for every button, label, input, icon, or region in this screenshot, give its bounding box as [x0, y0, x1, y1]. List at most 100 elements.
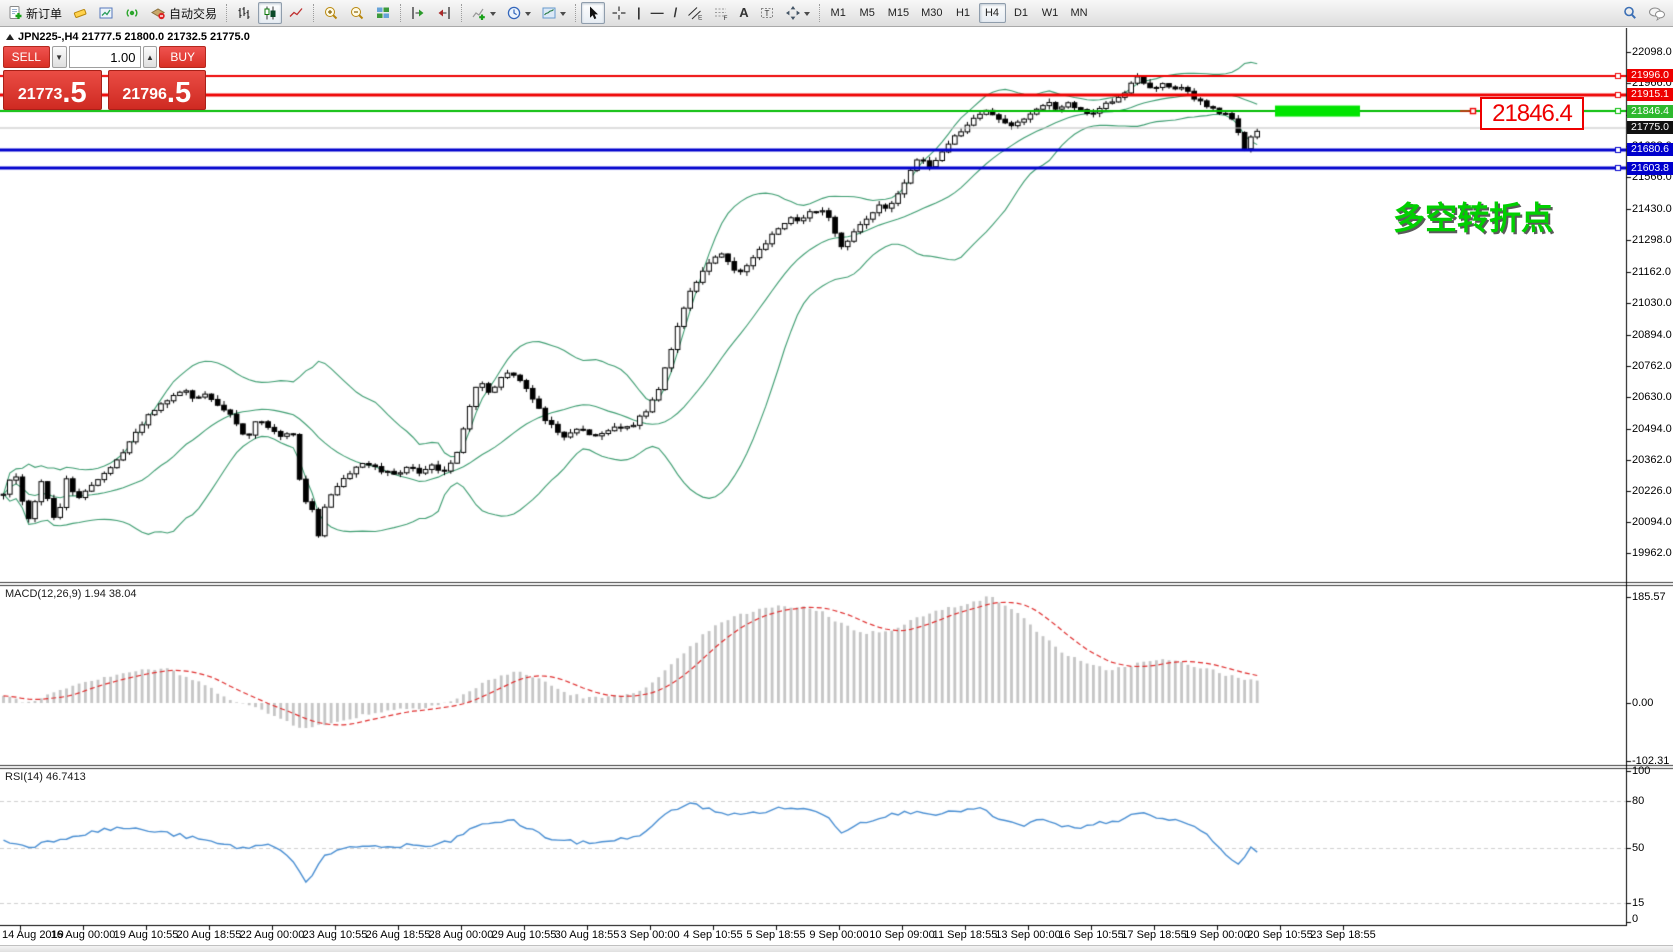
- dropdown-caret-icon: [804, 12, 810, 19]
- crosshair-icon: [611, 5, 627, 21]
- toolbar-separator: [400, 4, 401, 22]
- period-button[interactable]: [502, 2, 535, 24]
- candlestick-chart-icon: [262, 5, 278, 21]
- macd-axis-tick: 0.00: [1632, 697, 1653, 709]
- text-icon: A: [739, 5, 748, 21]
- timeframe-button-mn[interactable]: MN: [1066, 3, 1093, 23]
- time-axis-label: 23 Aug 10:55: [303, 929, 368, 941]
- bar-chart-icon: [236, 5, 252, 21]
- chat-button[interactable]: [1644, 2, 1670, 24]
- tile-windows-button[interactable]: [371, 2, 395, 24]
- volume-increase-button[interactable]: ▲: [143, 46, 158, 68]
- price-tag-21846.4: 21846.4: [1627, 105, 1673, 118]
- text-label-icon: T: [759, 5, 775, 21]
- volume-input[interactable]: [69, 46, 141, 68]
- dropdown-caret-icon: [490, 12, 496, 19]
- chinese-note-label[interactable]: 多空转折点: [1393, 193, 1553, 239]
- timeframe-toolbar: M1M5M15M30H1H4D1W1MN: [824, 3, 1094, 23]
- autoscroll-button[interactable]: [406, 2, 430, 24]
- time-axis-label: 16 Sep 10:55: [1058, 929, 1123, 941]
- styler-button[interactable]: [68, 2, 92, 24]
- price-tag-21775.0: 21775.0: [1627, 121, 1673, 134]
- time-axis-label: 13 Sep 00:00: [995, 929, 1060, 941]
- search-button[interactable]: [1618, 2, 1642, 24]
- autotrading-icon: [150, 5, 166, 21]
- autotrading-button[interactable]: 自动交易: [146, 2, 221, 24]
- timeframe-button-m30[interactable]: M30: [916, 3, 947, 23]
- crosshair-tool-button[interactable]: [607, 2, 631, 24]
- timeframe-button-m15[interactable]: M15: [883, 3, 914, 23]
- trendline-icon: /: [674, 5, 678, 21]
- zoom-out-button[interactable]: [345, 2, 369, 24]
- cursor-tool-button[interactable]: [581, 2, 605, 24]
- templates-button[interactable]: [537, 2, 570, 24]
- toolbar-separator: [819, 4, 820, 22]
- arrows-icon: [785, 5, 801, 21]
- rsi-indicator-label: RSI(14) 46.7413: [5, 771, 86, 783]
- status-bar: [0, 945, 1673, 952]
- svg-text:F: F: [724, 15, 728, 21]
- mt4-terminal-window: { "toolbar": { "new_order_label": "新订单",…: [0, 0, 1673, 952]
- chart-canvas[interactable]: [0, 28, 1673, 931]
- price-axis-tick: 21430.0: [1632, 203, 1672, 215]
- indicators-button[interactable]: [467, 2, 500, 24]
- buy-price-fraction: .5: [167, 77, 191, 110]
- rsi-axis-tick: 0: [1632, 913, 1638, 925]
- symbol-ohlc-text: JPN225-,H4 21777.5 21800.0 21732.5 21775…: [18, 31, 250, 43]
- zoom-in-icon: [323, 5, 339, 21]
- zoom-out-icon: [349, 5, 365, 21]
- time-axis-label: 5 Sep 18:55: [746, 929, 805, 941]
- bar-chart-button[interactable]: [232, 2, 256, 24]
- rsi-axis-tick: 80: [1632, 795, 1644, 807]
- time-axis-label: 9 Sep 00:00: [809, 929, 868, 941]
- arrows-tool-button[interactable]: [781, 2, 814, 24]
- text-label-tool-button[interactable]: T: [755, 2, 779, 24]
- horizontal-line-tool-button[interactable]: —: [647, 2, 668, 24]
- timeframe-button-d1[interactable]: D1: [1008, 3, 1035, 23]
- time-axis-label: 10 Sep 09:00: [869, 929, 934, 941]
- buy-button[interactable]: BUY: [159, 46, 206, 68]
- timeframe-button-h1[interactable]: H1: [950, 3, 977, 23]
- sell-button[interactable]: SELL: [3, 46, 50, 68]
- horizontal-line-icon: —: [651, 5, 664, 21]
- price-tag-21603.8: 21603.8: [1627, 162, 1673, 175]
- buy-price-box[interactable]: 21796 .5: [108, 70, 207, 110]
- sell-price-box[interactable]: 21773 .5: [3, 70, 102, 110]
- time-axis-label: 20 Aug 18:55: [177, 929, 242, 941]
- candlestick-chart-button[interactable]: [258, 2, 282, 24]
- fibonacci-tool-button[interactable]: F: [709, 2, 733, 24]
- sell-price: 21773: [18, 86, 63, 104]
- trendline-tool-button[interactable]: /: [670, 2, 682, 24]
- macd-axis-tick: 185.57: [1632, 591, 1666, 603]
- signal-icon: [124, 5, 140, 21]
- equidistant-channel-icon: E: [687, 5, 703, 21]
- chart-shift-button[interactable]: [432, 2, 456, 24]
- timeframe-button-w1[interactable]: W1: [1037, 3, 1064, 23]
- chart-window-icon: [98, 5, 114, 21]
- clock-icon: [506, 5, 522, 21]
- line-chart-button[interactable]: [284, 2, 308, 24]
- time-axis-label: 11 Sep 18:55: [933, 929, 998, 941]
- text-tool-button[interactable]: A: [735, 2, 752, 24]
- add-indicator-icon: [471, 5, 487, 21]
- time-axis-label: 19 Sep 00:00: [1184, 929, 1249, 941]
- symbol-ohlc-bar[interactable]: JPN225-,H4 21777.5 21800.0 21732.5 21775…: [6, 31, 250, 43]
- charts-button[interactable]: [94, 2, 118, 24]
- channel-tool-button[interactable]: E: [683, 2, 707, 24]
- vertical-line-tool-button[interactable]: |: [633, 2, 645, 24]
- new-order-button[interactable]: 新订单: [3, 2, 66, 24]
- toolbar-separator: [313, 4, 314, 22]
- price-tag-21680.6: 21680.6: [1627, 143, 1673, 156]
- template-icon: [541, 5, 557, 21]
- timeframe-button-h4[interactable]: H4: [979, 3, 1006, 23]
- timeframe-button-m5[interactable]: M5: [854, 3, 881, 23]
- signals-button[interactable]: [120, 2, 144, 24]
- toolbar-separator: [226, 4, 227, 22]
- zoom-in-button[interactable]: [319, 2, 343, 24]
- dropdown-caret-icon: [560, 12, 566, 19]
- timeframe-button-m1[interactable]: M1: [825, 3, 852, 23]
- time-axis-label: 28 Aug 00:00: [429, 929, 494, 941]
- price-callout-label[interactable]: 21846.4: [1480, 97, 1584, 130]
- toolbar-separator: [575, 4, 576, 22]
- volume-decrease-button[interactable]: ▼: [52, 46, 67, 68]
